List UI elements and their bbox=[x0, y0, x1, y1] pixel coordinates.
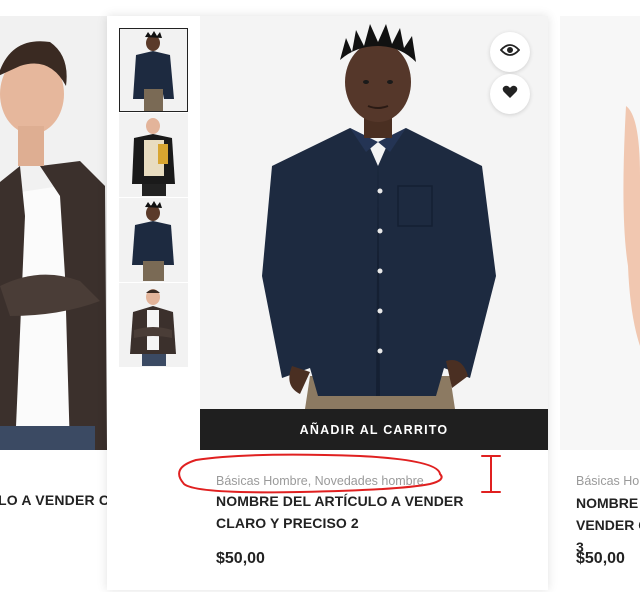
thumbnail-3[interactable] bbox=[119, 198, 188, 282]
product-card-right[interactable]: Básicas Hombre NOMBRE DEL ARTÍCULO A VEN… bbox=[560, 0, 640, 592]
add-to-cart-button[interactable]: AÑADIR AL CARRITO bbox=[200, 409, 548, 450]
eye-icon bbox=[499, 43, 521, 62]
thumbnail-2[interactable] bbox=[119, 113, 188, 197]
product-title[interactable]: NOMBRE DEL ARTÍCULO A VENDER CLARO Y PRE… bbox=[216, 490, 516, 534]
thumbnail-1[interactable] bbox=[119, 28, 188, 112]
heart-icon bbox=[502, 85, 518, 104]
product-card-featured[interactable]: AÑADIR AL CARRITO Básicas Hombre, Noveda… bbox=[107, 16, 548, 590]
wishlist-button[interactable] bbox=[490, 74, 530, 114]
product-price: $50,00 bbox=[216, 550, 265, 567]
product-categories: Básicas Hombre, Novedades hombre bbox=[216, 474, 424, 488]
quick-view-button[interactable] bbox=[490, 32, 530, 72]
thumbnail-gallery bbox=[119, 28, 188, 368]
thumbnail-4[interactable] bbox=[119, 283, 188, 367]
product-image-right[interactable] bbox=[560, 16, 640, 450]
category-separator: , bbox=[307, 474, 315, 488]
product-title-right[interactable]: NOMBRE DEL ARTÍCULO A VENDER CLARO Y PRE… bbox=[576, 492, 640, 558]
product-main-image[interactable] bbox=[200, 16, 548, 409]
product-categories-right[interactable]: Básicas Hombre bbox=[576, 474, 640, 488]
product-image-left[interactable] bbox=[0, 16, 107, 450]
product-price-right: $50,00 bbox=[576, 550, 625, 567]
product-card-left[interactable]: LO A VENDER CLA bbox=[0, 0, 128, 592]
category-link-basicas-hombre[interactable]: Básicas Hombre bbox=[216, 474, 308, 488]
category-link-novedades-hombre[interactable]: Novedades hombre bbox=[315, 474, 424, 488]
